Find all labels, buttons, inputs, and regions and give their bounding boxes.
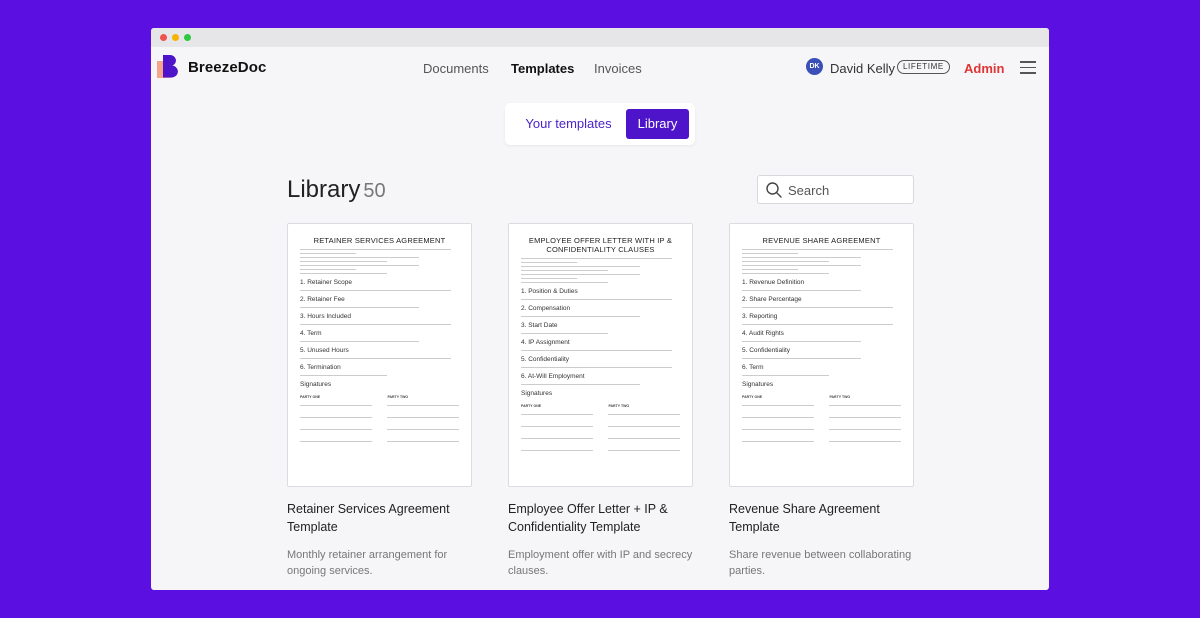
search-icon xyxy=(766,182,782,198)
doc-section: 5. Confidentiality xyxy=(742,347,791,354)
doc-section: 4. Term xyxy=(300,330,322,337)
doc-section: 5. Confidentiality xyxy=(521,356,570,363)
doc-section: 4. IP Assignment xyxy=(521,339,570,346)
party-one-label: PARTY ONE xyxy=(300,395,321,399)
doc-title: EMPLOYEE OFFER LETTER WITH IP & CONFIDEN… xyxy=(528,236,673,254)
tab-your-templates[interactable]: Your templates xyxy=(511,109,626,139)
doc-section: 3. Start Date xyxy=(521,322,558,329)
signature-block: PARTY ONE PARTY TWO xyxy=(300,395,459,453)
doc-section: 2. Compensation xyxy=(521,305,571,312)
document-thumbnail[interactable]: RETAINER SERVICES AGREEMENT 1. Retainer … xyxy=(287,223,472,487)
signature-block: PARTY ONE PARTY TWO xyxy=(521,404,680,462)
search-box[interactable] xyxy=(757,175,914,204)
document-thumbnail[interactable]: REVENUE SHARE AGREEMENT 1. Revenue Defin… xyxy=(729,223,914,487)
template-tabs: Your templates Library xyxy=(505,103,695,145)
template-card[interactable]: REVENUE SHARE AGREEMENT 1. Revenue Defin… xyxy=(729,223,914,579)
minimize-window-dot[interactable] xyxy=(172,34,179,41)
tab-library[interactable]: Library xyxy=(626,109,689,139)
doc-section: Signatures xyxy=(742,381,774,388)
doc-section: Signatures xyxy=(521,390,553,397)
doc-section: 3. Hours Included xyxy=(300,313,351,320)
doc-section: Signatures xyxy=(300,381,332,388)
doc-section: 1. Retainer Scope xyxy=(300,279,353,286)
doc-section: 6. At-Will Employment xyxy=(521,373,585,380)
doc-section: 5. Unused Hours xyxy=(300,347,349,354)
card-title[interactable]: Retainer Services Agreement Template xyxy=(287,500,472,536)
doc-section: 4. Audit Rights xyxy=(742,330,784,337)
doc-title: REVENUE SHARE AGREEMENT xyxy=(762,236,881,245)
template-card[interactable]: RETAINER SERVICES AGREEMENT 1. Retainer … xyxy=(287,223,472,579)
top-navigation: BreezeDoc Documents Templates Invoices D… xyxy=(151,47,1049,89)
brand-name[interactable]: BreezeDoc xyxy=(188,59,266,76)
card-description: Employment offer with IP and secrecy cla… xyxy=(508,549,693,577)
card-description: Monthly retainer arrangement for ongoing… xyxy=(287,549,448,577)
party-two-label: PARTY TWO xyxy=(608,404,630,408)
window-titlebar xyxy=(151,28,1049,47)
nav-invoices[interactable]: Invoices xyxy=(594,61,642,76)
page-title: Library 50 xyxy=(287,176,386,204)
admin-link[interactable]: Admin xyxy=(964,61,1004,76)
doc-section: 3. Reporting xyxy=(742,313,778,320)
user-name[interactable]: David Kelly xyxy=(830,61,895,76)
doc-section: 2. Retainer Fee xyxy=(300,296,345,303)
template-card[interactable]: EMPLOYEE OFFER LETTER WITH IP & CONFIDEN… xyxy=(508,223,693,579)
library-heading: Library xyxy=(287,176,361,203)
plan-badge: LIFETIME xyxy=(897,60,950,74)
close-window-dot[interactable] xyxy=(160,34,167,41)
doc-section: 6. Term xyxy=(742,364,764,371)
party-two-label: PARTY TWO xyxy=(829,395,851,399)
doc-section: 2. Share Percentage xyxy=(742,296,802,303)
party-one-label: PARTY ONE xyxy=(742,395,763,399)
party-two-label: PARTY TWO xyxy=(387,395,409,399)
signature-block: PARTY ONE PARTY TWO xyxy=(742,395,901,453)
doc-section: 6. Termination xyxy=(300,364,341,371)
maximize-window-dot[interactable] xyxy=(184,34,191,41)
hamburger-menu-icon[interactable] xyxy=(1020,61,1036,74)
card-title[interactable]: Employee Offer Letter + IP & Confidentia… xyxy=(508,500,693,536)
doc-title: RETAINER SERVICES AGREEMENT xyxy=(313,236,446,245)
card-title[interactable]: Revenue Share Agreement Template xyxy=(729,500,914,536)
nav-templates[interactable]: Templates xyxy=(511,61,574,76)
document-thumbnail[interactable]: EMPLOYEE OFFER LETTER WITH IP & CONFIDEN… xyxy=(508,223,693,487)
user-avatar[interactable]: DK xyxy=(806,58,823,75)
doc-section: 1. Position & Duties xyxy=(521,288,578,295)
library-count: 50 xyxy=(363,180,386,202)
breezedoc-logo[interactable] xyxy=(157,54,179,80)
nav-documents[interactable]: Documents xyxy=(423,61,489,76)
card-description: Share revenue between collaborating part… xyxy=(729,549,912,577)
doc-section: 1. Revenue Definition xyxy=(742,279,805,286)
search-input[interactable] xyxy=(788,182,908,198)
party-one-label: PARTY ONE xyxy=(521,404,542,408)
browser-window: BreezeDoc Documents Templates Invoices D… xyxy=(151,28,1049,590)
